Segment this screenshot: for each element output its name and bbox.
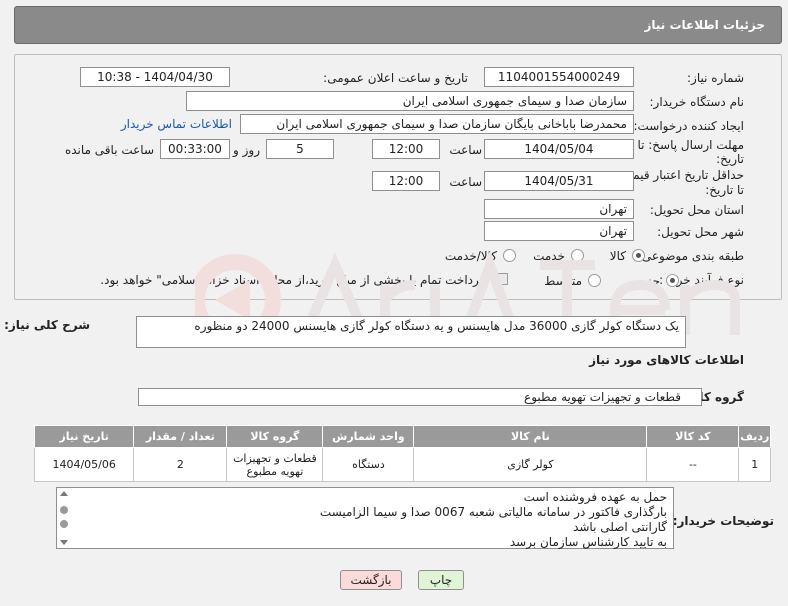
remaining-time-field: 00:33:00 — [160, 139, 230, 159]
deadline-time-field: 12:00 — [372, 139, 440, 159]
buyer-org-field: سازمان صدا و سیمای جمهوری اسلامی ایران — [186, 91, 634, 111]
validity-date-label: تا تاریخ: — [705, 183, 744, 197]
validity-time-label: ساعت — [449, 175, 482, 189]
category-radio-goods[interactable] — [632, 249, 645, 262]
category-radio-service[interactable] — [571, 249, 584, 262]
description-textarea: یک دستگاه کولر گازی 36000 مدل هایسنس و ی… — [136, 316, 686, 348]
table-row: 1 -- کولر گازی دستگاه قطعات و تجهیزات ته… — [33, 447, 771, 482]
buyer-note-line: به تایید کارشناس سازمان برسد — [509, 535, 667, 549]
goods-section-title: اطلاعات کالاهای مورد نیاز — [589, 353, 744, 367]
category-label: طبقه بندی موضوعی: — [637, 249, 744, 263]
scroll-up-icon — [60, 491, 68, 496]
col-qty: تعداد / مقدار — [133, 425, 228, 448]
announce-label: تاریخ و ساعت اعلان عمومی: — [323, 71, 468, 85]
buyer-org-label: نام دستگاه خریدار: — [649, 95, 745, 109]
scroll-thumb-icon — [60, 520, 68, 528]
city-label: شهر محل تحویل: — [657, 225, 744, 239]
treasury-payment-note: پرداخت تمام یا بخشی از مبلغ خرید،از محل … — [100, 273, 483, 287]
cell-row: 1 — [738, 447, 771, 482]
need-number-label: شماره نیاز: — [687, 71, 744, 85]
cell-group: قطعات و تجهیزات تهویه مطبوع — [226, 447, 324, 482]
remaining-time-label: ساعت باقی مانده — [64, 143, 154, 157]
buyer-note-line: حمل به عهده فروشنده است — [523, 490, 667, 504]
process-radio-minor[interactable] — [666, 274, 679, 287]
cell-qty: 2 — [133, 447, 228, 482]
validity-time-field: 12:00 — [372, 171, 440, 191]
category-radio-goods-service[interactable] — [503, 249, 516, 262]
process-option-minor: جزیی — [632, 274, 660, 288]
category-option-goods: کالا — [609, 249, 626, 263]
cell-code: -- — [646, 447, 740, 482]
province-label: استان محل تحویل: — [649, 203, 744, 217]
col-name: نام کالا — [413, 425, 648, 448]
province-field: تهران — [484, 199, 634, 219]
city-field: تهران — [484, 221, 634, 241]
days-label: روز و — [233, 143, 260, 157]
buyer-notes-textarea: حمل به عهده فروشنده است بارگذاری فاکتور … — [56, 487, 674, 549]
col-row: ردیف — [738, 425, 771, 448]
process-option-medium: متوسط — [544, 274, 582, 288]
description-text: یک دستگاه کولر گازی 36000 مدل هایسنس و ی… — [194, 319, 679, 333]
buyer-notes-scrollbar[interactable] — [57, 488, 71, 548]
scroll-thumb-icon — [60, 506, 68, 514]
treasury-payment-checkbox[interactable] — [496, 273, 508, 285]
buyer-note-line: گارانتی اصلی باشد — [573, 520, 667, 534]
validity-label: حداقل تاریخ اعتبار قیمت: — [617, 168, 744, 182]
page-title: جزئیات اطلاعات نیاز — [644, 18, 765, 32]
deadline-time-label: ساعت — [449, 143, 482, 157]
process-radio-medium[interactable] — [588, 274, 601, 287]
cell-date: 1404/05/06 — [33, 447, 135, 482]
goods-table-header: ردیف کد کالا نام کالا واحد شمارش گروه کا… — [33, 425, 771, 448]
deadline-date-label: تاریخ: — [716, 152, 744, 166]
col-unit: واحد شمارش — [322, 425, 415, 448]
buyer-contact-link[interactable]: اطلاعات تماس خریدار — [121, 117, 232, 131]
days-remaining-field: 5 — [266, 139, 334, 159]
goods-table: ردیف کد کالا نام کالا واحد شمارش گروه کا… — [33, 425, 771, 482]
category-option-service: خدمت — [533, 249, 565, 263]
creator-field: محمدرضا باباخانی بایگان سازمان صدا و سیم… — [240, 114, 634, 134]
cell-name: کولر گازی — [413, 447, 648, 482]
cell-unit: دستگاه — [322, 447, 415, 482]
deadline-label: مهلت ارسال پاسخ: تا — [637, 138, 744, 152]
category-option-goods-service: کالا/خدمت — [444, 249, 497, 263]
scroll-down-icon — [60, 540, 68, 545]
back-button[interactable]: بازگشت — [340, 570, 402, 590]
validity-date-field: 1404/05/31 — [484, 171, 634, 191]
page-header: جزئیات اطلاعات نیاز — [14, 6, 782, 44]
goods-group-field: قطعات و تجهیزات تهویه مطبوع — [138, 388, 702, 406]
col-group: گروه کالا — [226, 425, 324, 448]
print-button[interactable]: چاپ — [418, 570, 464, 590]
col-date: تاریخ نیاز — [33, 425, 135, 448]
buyer-notes-label: توضیحات خریدار: — [672, 514, 774, 528]
buyer-note-line: بارگذاری فاکتور در سامانه مالیاتی شعبه 0… — [319, 505, 667, 519]
col-code: کد کالا — [646, 425, 740, 448]
deadline-date-field: 1404/05/04 — [484, 139, 634, 159]
creator-label: ایجاد کننده درخواست: — [633, 119, 744, 133]
announce-datetime-field: 1404/04/30 - 10:38 — [80, 67, 230, 87]
description-label: شرح کلی نیاز: — [4, 318, 90, 332]
need-number-field: 1104001554000249 — [484, 67, 634, 87]
